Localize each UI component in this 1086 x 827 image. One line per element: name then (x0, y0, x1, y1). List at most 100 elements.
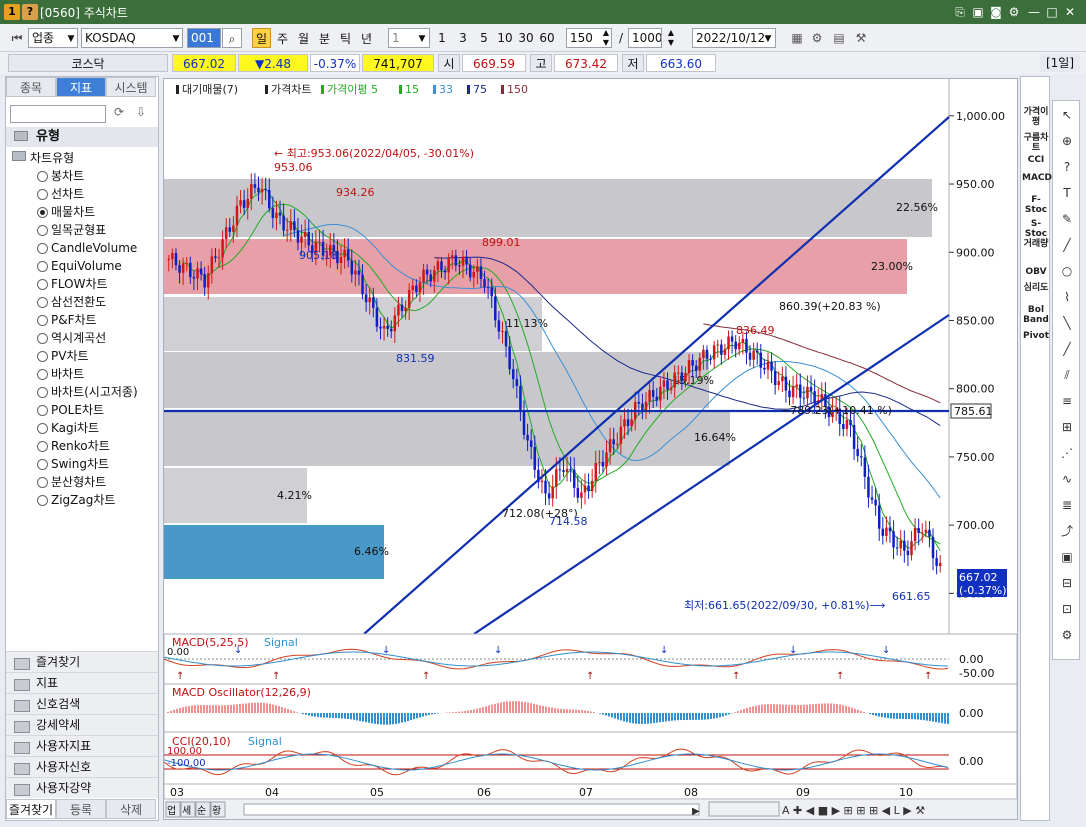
crosshair-icon[interactable]: ⊕ (1058, 133, 1076, 149)
chart-scrollbar[interactable] (243, 803, 700, 816)
folder-item[interactable]: 사용자신호 (6, 756, 158, 777)
chart-area[interactable]: 22.56% 23.00% 11.13% 15.19% 16.64% 4.21% 6.46%… (163, 78, 1018, 820)
total-input[interactable]: 1000 (628, 28, 662, 48)
indicator-shortcut[interactable]: 거래량 (1022, 239, 1050, 249)
minimize-icon[interactable]: — (1026, 3, 1042, 21)
period-button[interactable]: 주 (273, 28, 292, 48)
close-icon[interactable]: ✕ (1062, 3, 1078, 21)
chart-type-option[interactable]: FLOW차트 (37, 275, 108, 293)
folder-item[interactable]: 즐겨찾기 (6, 651, 158, 672)
grid-icon[interactable]: ⊞ (1058, 419, 1076, 435)
radio-button[interactable] (37, 495, 48, 506)
chart-type-option[interactable]: EquiVolume (37, 257, 122, 275)
trend-icon[interactable]: ⋰ (1058, 445, 1076, 461)
folder-item[interactable]: 지표 (6, 672, 158, 693)
line-icon[interactable]: ╲ (1058, 315, 1076, 331)
chart-type-option[interactable]: 분산형차트 (37, 473, 106, 491)
folder-item[interactable]: 강세약세 (6, 714, 158, 735)
chart-type-option[interactable]: 삼선전환도 (37, 293, 106, 311)
cursor-icon[interactable]: ↖ (1058, 107, 1076, 123)
radio-button[interactable] (37, 423, 48, 434)
radio-button[interactable] (37, 243, 48, 254)
radio-button[interactable] (37, 225, 48, 236)
period-button[interactable]: 분 (315, 28, 334, 48)
chart-type-option[interactable]: 바차트 (37, 365, 84, 383)
level-icon[interactable]: ≣ (1058, 497, 1076, 513)
radio-button[interactable] (37, 279, 48, 290)
refresh-icon[interactable]: ⟳ (110, 105, 128, 123)
chart-type-option[interactable]: 바차트(시고저종) (37, 383, 138, 401)
folder-item[interactable]: 신호검색 (6, 693, 158, 714)
arrow-icon[interactable]: ⤴ (1058, 523, 1076, 539)
radio-button[interactable] (37, 261, 48, 272)
box-icon[interactable]: ⊡ (1058, 601, 1076, 617)
bottom-tab[interactable]: 삭제 (106, 799, 156, 819)
window-camera-icon[interactable]: ◙ (988, 3, 1004, 21)
index-code-field[interactable]: 001 (187, 28, 221, 48)
index-name-select[interactable]: KOSDAQ (81, 28, 183, 48)
circle-icon[interactable]: ○ (1058, 263, 1076, 279)
bottom-tab[interactable]: 즐겨찾기 (6, 799, 56, 819)
indicator-shortcut[interactable]: CCI (1022, 155, 1050, 165)
count-stepper[interactable]: ▲ ▼ (600, 28, 612, 48)
line-icon[interactable]: ╱ (1058, 237, 1076, 253)
wave-icon[interactable]: ∿ (1058, 471, 1076, 487)
zoom-slider[interactable] (708, 801, 780, 817)
window-link-icon[interactable]: ⎘ (952, 3, 968, 21)
chart-type-option[interactable]: 매물차트 (37, 203, 95, 221)
interval-button[interactable]: 1 (432, 28, 452, 48)
help-icon[interactable]: ? (22, 4, 38, 20)
bottom-tab[interactable]: 등록 (56, 799, 106, 819)
download-icon[interactable]: ⇩ (132, 105, 150, 123)
text-icon[interactable]: T (1058, 185, 1076, 201)
interval-button[interactable]: 3 (453, 28, 473, 48)
chart-type-option[interactable]: POLE차트 (37, 401, 104, 419)
chevron-down-icon[interactable]: ▼ (416, 29, 428, 49)
tree-root[interactable]: 차트유형 (30, 149, 74, 166)
interval-button[interactable]: 5 (474, 28, 494, 48)
chart-type-option[interactable]: 일목균형표 (37, 221, 106, 239)
section-header[interactable]: 유형 (6, 127, 158, 147)
fork-icon[interactable]: ⌇ (1058, 289, 1076, 305)
total-stepper[interactable]: ▲ ▼ (664, 28, 678, 48)
folder-item[interactable]: 사용자지표 (6, 735, 158, 756)
radio-button[interactable] (37, 189, 48, 200)
chart-type-option[interactable]: Kagi차트 (37, 419, 99, 437)
chart-type-option[interactable]: Swing차트 (37, 455, 109, 473)
radio-button[interactable] (37, 477, 48, 488)
radio-button[interactable] (37, 441, 48, 452)
left-tab[interactable]: 종목 (6, 77, 56, 97)
channel-icon[interactable]: ⫽ (1058, 367, 1076, 383)
period-button[interactable]: 틱 (336, 28, 355, 48)
gear-icon[interactable]: ⚙ (808, 28, 826, 48)
indicator-shortcut[interactable]: Bol Band (1022, 305, 1050, 325)
chart-type-option[interactable]: CandleVolume (37, 239, 137, 257)
folder-item[interactable]: 사용자강약 (6, 777, 158, 798)
help-icon[interactable]: ? (1058, 159, 1076, 175)
box-icon[interactable]: ▣ (1058, 549, 1076, 565)
indicator-search-input[interactable] (10, 105, 106, 123)
tools-icon[interactable]: ⚒ (852, 28, 870, 48)
indicator-shortcut[interactable]: OBV (1022, 267, 1050, 277)
chart-type-option[interactable]: P&F차트 (37, 311, 97, 329)
indicator-shortcut[interactable]: 가격이평 (1022, 107, 1050, 127)
indicator-shortcut[interactable]: 심리도 (1022, 283, 1050, 293)
indicator-shortcut[interactable]: MACD (1022, 173, 1052, 183)
indicator-shortcut[interactable]: F-Stoc (1022, 195, 1050, 215)
interval-button[interactable]: 10 (495, 28, 515, 48)
radio-button[interactable] (37, 405, 48, 416)
gear-icon[interactable]: ⚙ (1058, 627, 1076, 643)
scroll-right-icon[interactable]: ▶ (692, 806, 700, 817)
radio-button[interactable] (37, 171, 48, 182)
radio-button[interactable] (37, 315, 48, 326)
chevron-down-icon[interactable]: ▼ (762, 29, 774, 49)
interval-button[interactable]: 60 (537, 28, 557, 48)
chart-save-icon[interactable]: ▦ (788, 28, 806, 48)
chart-canvas[interactable]: 22.56%23.00%11.13%15.19%16.64%4.21%6.46%… (163, 79, 1018, 819)
period-button[interactable]: 년 (357, 28, 376, 48)
left-tab[interactable]: 시스템 (106, 77, 156, 97)
indicator-shortcut[interactable]: S-Stoc (1022, 219, 1050, 239)
chart-type-option[interactable]: 선차트 (37, 185, 84, 203)
line-icon[interactable]: ╱ (1058, 341, 1076, 357)
chevron-down-icon[interactable]: ▼ (170, 29, 182, 49)
